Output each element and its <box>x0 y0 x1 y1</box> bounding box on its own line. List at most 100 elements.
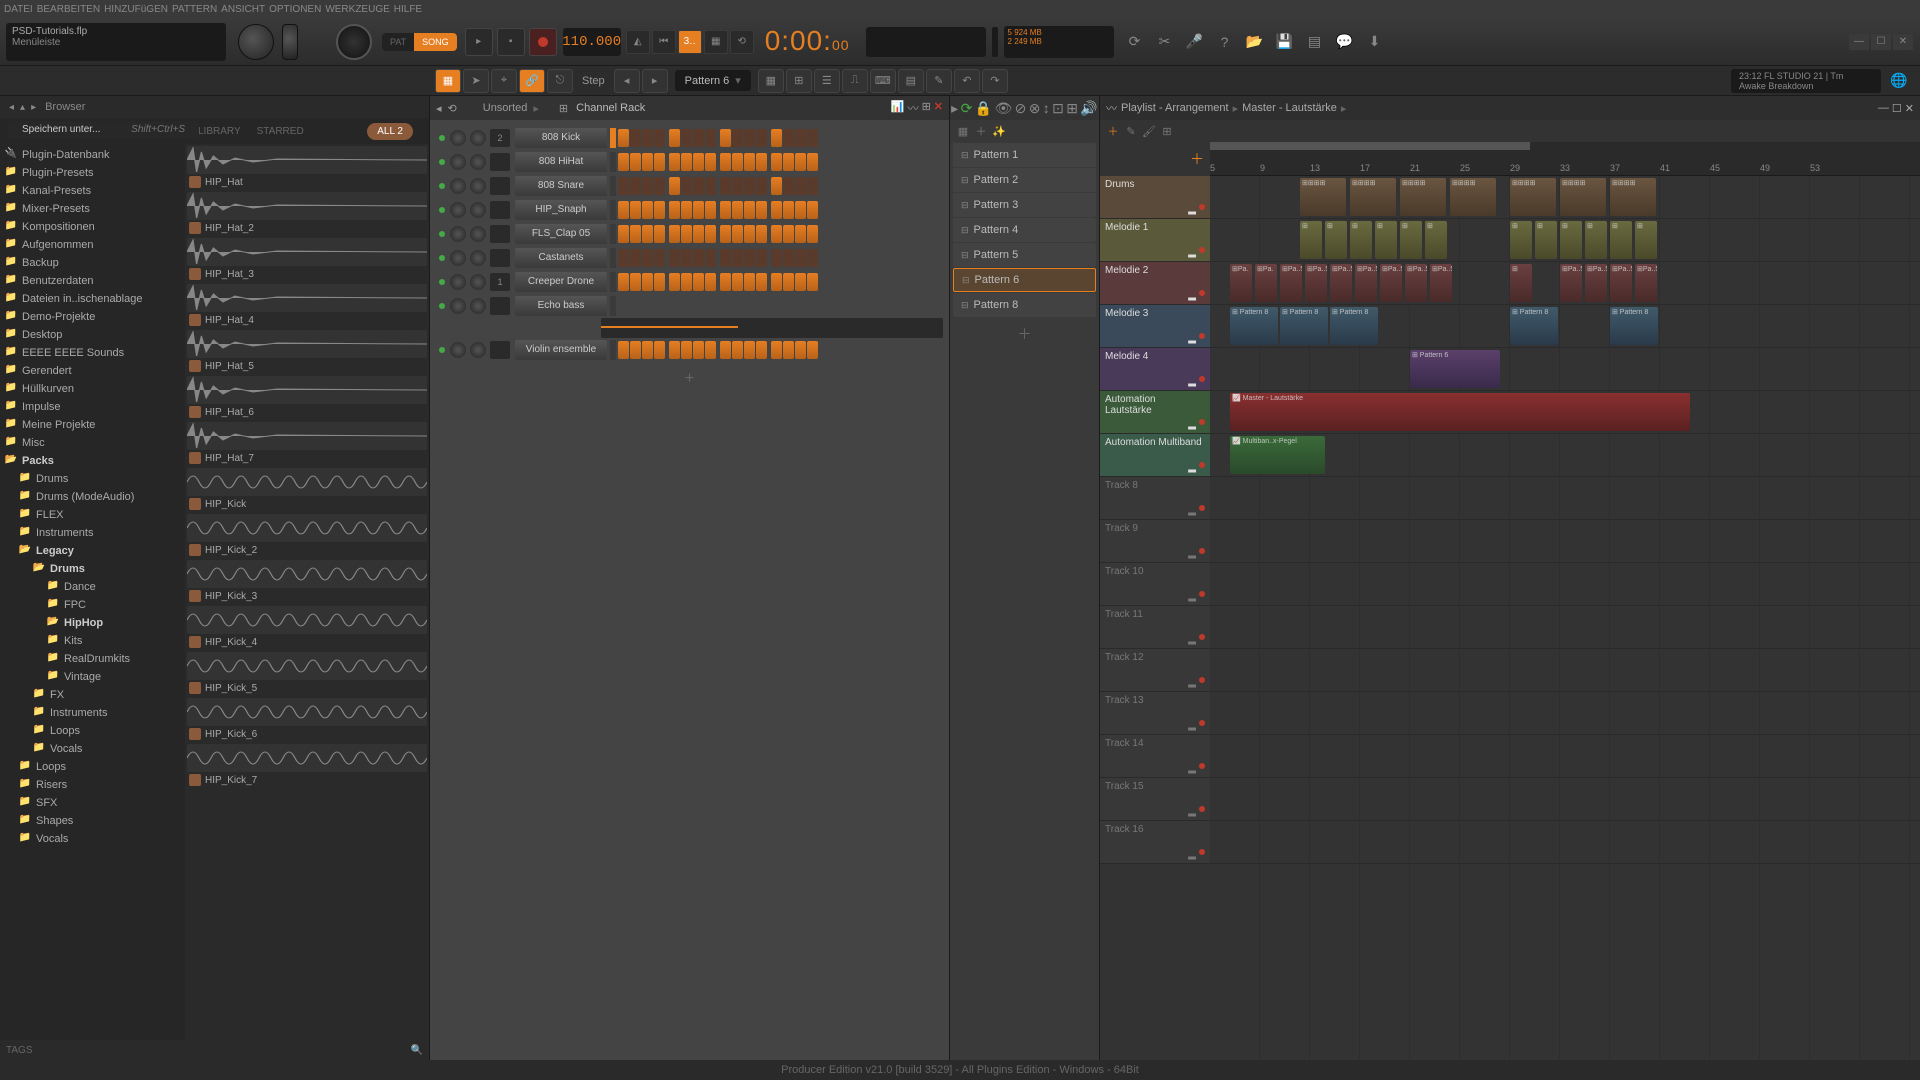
track-rec-dot[interactable] <box>1199 247 1205 253</box>
pl-btn-8[interactable]: ↶ <box>954 69 980 93</box>
step-button[interactable] <box>732 273 743 291</box>
track-rec-dot[interactable] <box>1199 720 1205 726</box>
step-button[interactable] <box>783 129 794 147</box>
track-lane[interactable]: ⊞Pa.⊞Pa.⊞Pa..5⊞Pa..5⊞Pa..5⊞Pa..5⊞Pa..5⊞P… <box>1210 262 1920 305</box>
channel-name-button[interactable]: Castanets <box>515 248 607 268</box>
channel-mute-led[interactable] <box>439 183 445 189</box>
step-button[interactable] <box>693 201 704 219</box>
channel-pan-knob[interactable] <box>450 202 466 218</box>
tree-item[interactable]: 📁Aufgenommen <box>0 236 185 254</box>
channel-mute-led[interactable] <box>439 279 445 285</box>
channel-track-route[interactable] <box>490 225 510 243</box>
step-button[interactable] <box>654 249 665 267</box>
minimize-button[interactable]: — <box>1849 34 1869 50</box>
channel-select[interactable] <box>610 152 616 172</box>
step-button[interactable] <box>630 201 641 219</box>
picker-e-icon[interactable]: ⊞ <box>1066 100 1078 117</box>
step-button[interactable] <box>693 129 704 147</box>
step-button[interactable] <box>654 273 665 291</box>
track-lane[interactable]: ⊞ Pattern 6 <box>1210 348 1920 391</box>
feedback-icon[interactable]: 💬 <box>1333 30 1357 54</box>
tree-item[interactable]: 📁Benutzerdaten <box>0 272 185 290</box>
clip[interactable]: ⊞ <box>1585 221 1607 259</box>
pl-btn-4[interactable]: ⎍ <box>842 69 868 93</box>
pattern-item[interactable]: ⊟Pattern 2 <box>953 168 1096 192</box>
track-header[interactable]: Melodie 2 ▂ <box>1100 262 1210 305</box>
pl-btn-3[interactable]: ☰ <box>814 69 840 93</box>
menu-pattern[interactable]: PATTERN <box>172 4 217 15</box>
track-rec-dot[interactable] <box>1199 548 1205 554</box>
tree-item[interactable]: 📂Drums <box>0 560 185 578</box>
step-button[interactable] <box>630 177 641 195</box>
channel-mute-led[interactable] <box>439 207 445 213</box>
step-button[interactable] <box>618 153 629 171</box>
track-header[interactable]: Track 15 ▂ <box>1100 778 1210 821</box>
step-button[interactable] <box>744 153 755 171</box>
sample-item[interactable]: HIP_Kick_4 <box>187 606 427 650</box>
track-lane[interactable]: ⊞ Pattern 8⊞ Pattern 8⊞ Pattern 8⊞ Patte… <box>1210 305 1920 348</box>
step-button[interactable] <box>720 153 731 171</box>
step-button[interactable] <box>807 249 818 267</box>
sample-item[interactable]: HIP_Hat_6 <box>187 376 427 420</box>
picker-c-icon[interactable]: ↕ <box>1043 100 1050 116</box>
clip[interactable]: ⊞⊞⊞⊞ <box>1510 178 1556 216</box>
step-button[interactable] <box>654 153 665 171</box>
step-button[interactable] <box>681 341 692 359</box>
channel-select[interactable] <box>610 272 616 292</box>
clip[interactable]: ⊞Pa..5 <box>1560 264 1582 302</box>
view-arrow-icon[interactable]: ➤ <box>463 69 489 93</box>
timeline-scrollbar[interactable] <box>1210 142 1530 150</box>
picker-d-icon[interactable]: ⊡ <box>1052 100 1064 117</box>
sample-item[interactable]: HIP_Hat_5 <box>187 330 427 374</box>
step-button[interactable] <box>681 129 692 147</box>
tl-add-icon[interactable]: ＋ <box>1190 149 1204 169</box>
step-button[interactable] <box>807 225 818 243</box>
pattern-item[interactable]: ⊟Pattern 8 <box>953 293 1096 317</box>
step-button[interactable] <box>732 249 743 267</box>
channel-track-route[interactable] <box>490 153 510 171</box>
pl-btn-5[interactable]: ⌨ <box>870 69 896 93</box>
sample-item[interactable]: HIP_Hat_4 <box>187 284 427 328</box>
plt-pencil-icon[interactable]: ✎ <box>1122 125 1140 138</box>
channel-name-button[interactable]: FLS_Clap 05 <box>515 224 607 244</box>
tree-item[interactable]: 📁Gerendert <box>0 362 185 380</box>
browser-back-icon[interactable]: ◂ <box>9 102 14 113</box>
pl-max-icon[interactable]: ☐ <box>1892 102 1902 115</box>
tree-item[interactable]: 📂Packs <box>0 452 185 470</box>
step-button[interactable] <box>654 129 665 147</box>
track-rec-dot[interactable] <box>1199 419 1205 425</box>
open-icon[interactable]: 📂 <box>1243 30 1267 54</box>
sample-item[interactable]: HIP_Hat_3 <box>187 238 427 282</box>
tempo-display[interactable]: 110.000 <box>563 28 621 56</box>
main-volume-knob[interactable] <box>238 24 274 60</box>
pl-btn-7[interactable]: ✎ <box>926 69 952 93</box>
tree-item[interactable]: 📂Legacy <box>0 542 185 560</box>
step-button[interactable] <box>630 249 641 267</box>
track-rec-dot[interactable] <box>1199 806 1205 812</box>
tree-item[interactable]: 📁Plugin-Presets <box>0 164 185 182</box>
menu-optionen[interactable]: OPTIONEN <box>269 4 321 15</box>
step-button[interactable] <box>681 177 692 195</box>
clip[interactable]: ⊞Pa..5 <box>1635 264 1657 302</box>
tree-item[interactable]: 📁Kompositionen <box>0 218 185 236</box>
channel-pan-knob[interactable] <box>450 226 466 242</box>
tree-item[interactable]: 📁EEEE EEEE Sounds <box>0 344 185 362</box>
stop-button[interactable]: ▪ <box>497 28 525 56</box>
track-header[interactable]: Automation Lautstärke ▂ <box>1100 391 1210 434</box>
tree-item[interactable]: 📁Backup <box>0 254 185 272</box>
track-rec-dot[interactable] <box>1199 677 1205 683</box>
plt-grid-icon[interactable]: ⊞ <box>1158 125 1176 138</box>
step-button[interactable] <box>795 341 806 359</box>
step-button[interactable] <box>771 129 782 147</box>
clip[interactable]: ⊞ <box>1510 264 1532 302</box>
step-button[interactable] <box>795 177 806 195</box>
step-button[interactable] <box>756 341 767 359</box>
step-button[interactable] <box>720 273 731 291</box>
channel-select[interactable] <box>610 224 616 244</box>
step-button[interactable] <box>669 225 680 243</box>
menu-ansicht[interactable]: ANSICHT <box>221 4 265 15</box>
step-button[interactable] <box>618 341 629 359</box>
channel-track-route[interactable] <box>490 177 510 195</box>
track-header[interactable]: Track 13 ▂ <box>1100 692 1210 735</box>
tree-item[interactable]: 📁Demo-Projekte <box>0 308 185 326</box>
